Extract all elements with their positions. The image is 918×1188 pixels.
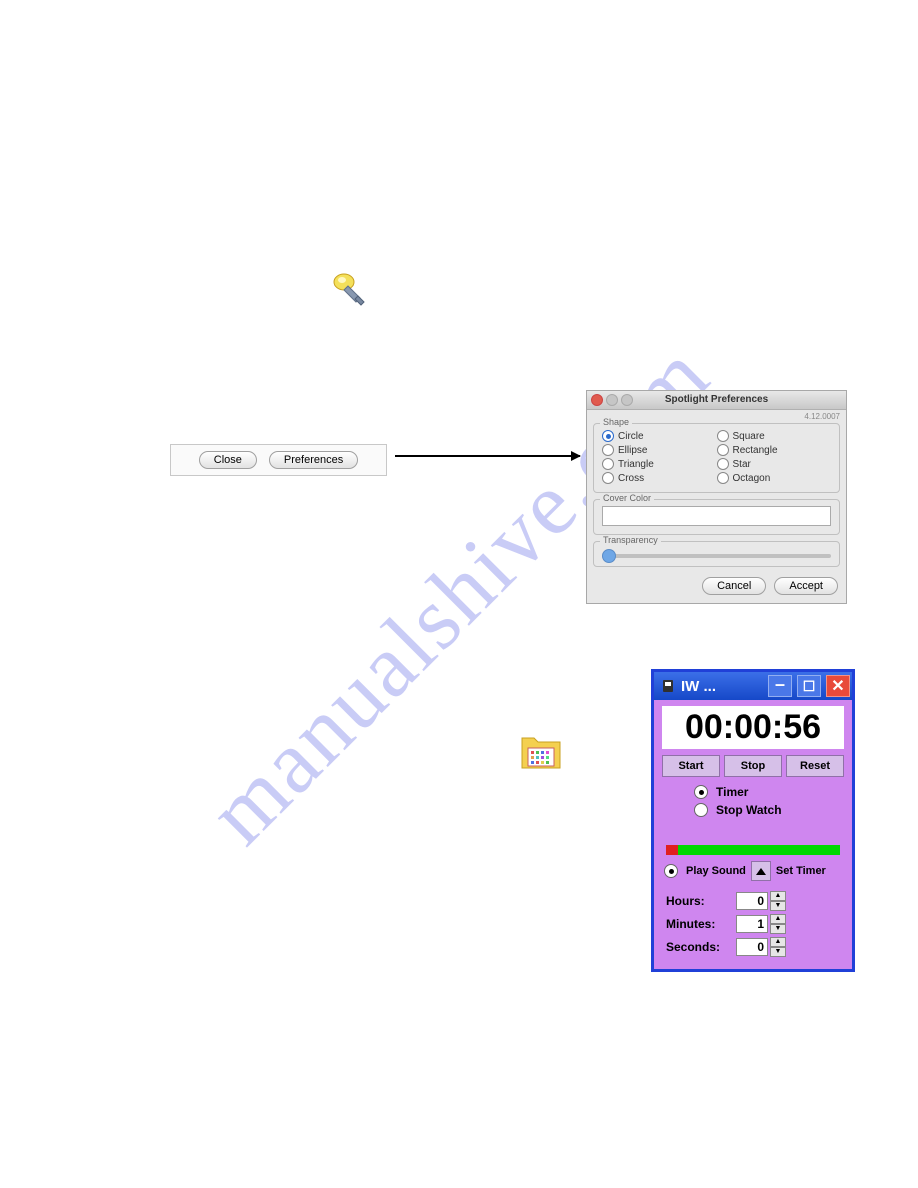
seconds-value[interactable]: 0 <box>736 938 768 956</box>
toolbar: Close Preferences <box>170 444 387 476</box>
window-title: Spotlight Preferences <box>665 394 768 405</box>
seconds-label: Seconds: <box>666 940 736 954</box>
minutes-label: Minutes: <box>666 917 736 931</box>
shape-star-radio[interactable]: Star <box>717 458 832 470</box>
shape-square-radio[interactable]: Square <box>717 430 832 442</box>
shape-label: Rectangle <box>733 445 778 456</box>
minimize-button[interactable] <box>768 675 792 697</box>
hours-down[interactable]: ▼ <box>770 901 786 911</box>
shape-label: Square <box>733 431 765 442</box>
cover-color-fieldset: Cover Color <box>593 499 840 535</box>
shape-cross-radio[interactable]: Cross <box>602 472 717 484</box>
time-display: 00:00:56 <box>662 706 844 749</box>
minutes-up[interactable]: ▲ <box>770 914 786 924</box>
start-button[interactable]: Start <box>662 755 720 777</box>
app-icon <box>660 678 676 694</box>
maximize-button[interactable] <box>797 675 821 697</box>
progress-bar <box>666 845 840 855</box>
progress-marker <box>666 845 678 855</box>
timer-titlebar[interactable]: IW ... <box>654 672 852 700</box>
timer-title: IW ... <box>681 678 763 695</box>
transparency-slider[interactable] <box>602 554 831 558</box>
timer-window: IW ... 00:00:56 Start Stop Reset Timer S… <box>651 669 855 972</box>
seconds-up[interactable]: ▲ <box>770 937 786 947</box>
spotlight-preferences-window: Spotlight Preferences 4.12.0007 Shape Ci… <box>586 390 847 604</box>
shape-label: Ellipse <box>618 445 647 456</box>
hours-label: Hours: <box>666 894 736 908</box>
radio-label: Play Sound <box>686 865 746 877</box>
cover-color-swatch[interactable] <box>602 506 831 526</box>
transparency-fieldset: Transparency <box>593 541 840 567</box>
window-titlebar[interactable]: Spotlight Preferences <box>587 391 846 410</box>
hours-up[interactable]: ▲ <box>770 891 786 901</box>
cancel-button[interactable]: Cancel <box>702 577 766 595</box>
set-timer-label: Set Timer <box>776 865 826 877</box>
close-icon[interactable] <box>591 394 603 406</box>
shape-ellipse-radio[interactable]: Ellipse <box>602 444 717 456</box>
shape-rectangle-radio[interactable]: Rectangle <box>717 444 832 456</box>
traffic-lights <box>591 394 633 406</box>
shape-triangle-radio[interactable]: Triangle <box>602 458 717 470</box>
flashlight-icon <box>330 270 370 310</box>
shape-label: Octagon <box>733 473 771 484</box>
set-timer-expand-button[interactable] <box>751 861 771 881</box>
arrow-connector <box>395 455 580 457</box>
seconds-down[interactable]: ▼ <box>770 947 786 957</box>
shape-label: Star <box>733 459 751 470</box>
stopwatch-mode-radio[interactable]: Stop Watch <box>694 803 852 817</box>
preferences-button[interactable]: Preferences <box>269 451 358 469</box>
shape-circle-radio[interactable]: Circle <box>602 430 717 442</box>
shape-label: Circle <box>618 431 644 442</box>
accept-button[interactable]: Accept <box>774 577 838 595</box>
timer-mode-radio[interactable]: Timer <box>694 785 852 799</box>
close-button[interactable] <box>826 675 850 697</box>
minutes-value[interactable]: 1 <box>736 915 768 933</box>
folder-grid-icon <box>520 732 562 772</box>
shape-label: Cross <box>618 473 644 484</box>
minutes-down[interactable]: ▼ <box>770 924 786 934</box>
hours-value[interactable]: 0 <box>736 892 768 910</box>
zoom-icon[interactable] <box>621 394 633 406</box>
transparency-legend: Transparency <box>600 535 661 545</box>
close-button[interactable]: Close <box>199 451 257 469</box>
shape-fieldset: Shape Circle Ellipse Triangle Cross Squa… <box>593 423 840 493</box>
shape-octagon-radio[interactable]: Octagon <box>717 472 832 484</box>
radio-label: Stop Watch <box>716 803 782 817</box>
cover-color-legend: Cover Color <box>600 493 654 503</box>
radio-label: Timer <box>716 785 748 799</box>
slider-thumb[interactable] <box>602 549 616 563</box>
play-sound-radio[interactable]: Play Sound <box>664 864 746 878</box>
shape-legend: Shape <box>600 417 632 427</box>
shape-label: Triangle <box>618 459 654 470</box>
stop-button[interactable]: Stop <box>724 755 782 777</box>
reset-button[interactable]: Reset <box>786 755 844 777</box>
minimize-icon[interactable] <box>606 394 618 406</box>
